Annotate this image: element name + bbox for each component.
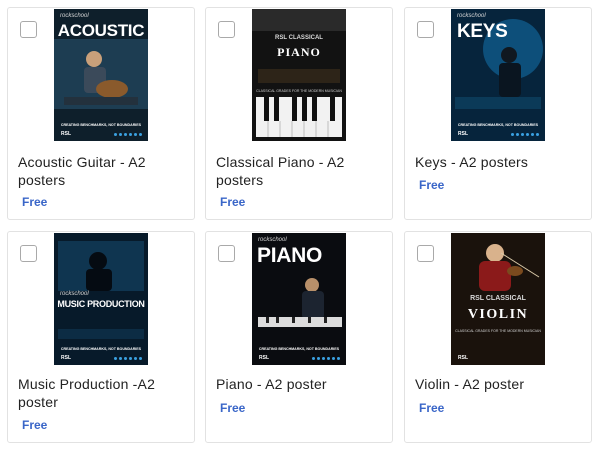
rsl-logo: RSL [61, 355, 71, 361]
product-price: Free [419, 401, 445, 415]
product-thumbnail[interactable]: rockschool MUSIC PRODUCTION CREATING BEN… [54, 233, 148, 365]
poster-brand: rockschool [258, 237, 287, 243]
product-title[interactable]: Music Production -A2 poster [18, 375, 188, 411]
product-title[interactable]: Keys - A2 posters [415, 153, 585, 171]
product-grid: rockschool ACOUSTIC CREATING BENCHMARKS,… [0, 0, 600, 450]
product-price: Free [22, 195, 48, 209]
product-thumbnail[interactable]: RSL CLASSICAL PIANO CLASSICAL GRADES FOR… [252, 9, 346, 141]
social-icons [114, 357, 142, 360]
rsl-logo: RSL [458, 355, 468, 361]
product-thumbnail[interactable]: rockschool ACOUSTIC CREATING BENCHMARKS,… [54, 9, 148, 141]
select-checkbox[interactable] [20, 245, 37, 262]
product-card[interactable]: rockschool ACOUSTIC CREATING BENCHMARKS,… [7, 7, 195, 220]
select-checkbox[interactable] [417, 21, 434, 38]
product-title[interactable]: Piano - A2 poster [216, 375, 386, 393]
poster-tagline: CREATING BENCHMARKS, NOT BOUNDARIES [60, 123, 142, 127]
poster-tagline: CREATING BENCHMARKS, NOT BOUNDARIES [60, 347, 142, 351]
poster-heading: MUSIC PRODUCTION [57, 299, 145, 309]
product-price: Free [22, 418, 48, 432]
poster-heading: KEYS [457, 21, 508, 42]
product-title[interactable]: Acoustic Guitar - A2 posters [18, 153, 188, 189]
poster-heading: PIANO [277, 45, 321, 59]
poster-tagline: CREATING BENCHMARKS, NOT BOUNDARIES [258, 347, 340, 351]
poster-brand: rockschool [457, 13, 486, 19]
poster-art [252, 9, 346, 141]
rsl-logo: RSL [61, 131, 71, 137]
poster-tagline: CREATING BENCHMARKS, NOT BOUNDARIES [457, 123, 539, 127]
poster-heading: ACOUSTIC [57, 21, 145, 40]
product-card[interactable]: RSL CLASSICAL VIOLIN CLASSICAL GRADES FO… [404, 231, 592, 443]
product-title[interactable]: Violin - A2 poster [415, 375, 585, 393]
social-icons [114, 133, 142, 136]
product-title[interactable]: Classical Piano - A2 posters [216, 153, 386, 189]
select-checkbox[interactable] [20, 21, 37, 38]
product-price: Free [220, 195, 246, 209]
poster-brand: rockschool [60, 291, 89, 297]
product-card[interactable]: rockschool PIANO CREATING BENCHMARKS, NO… [205, 231, 393, 443]
product-thumbnail[interactable]: rockschool PIANO CREATING BENCHMARKS, NO… [252, 233, 346, 365]
poster-brand: rockschool [60, 13, 89, 19]
poster-heading: VIOLIN [467, 307, 529, 322]
product-card[interactable]: rockschool MUSIC PRODUCTION CREATING BEN… [7, 231, 195, 443]
rsl-logo: RSL [259, 355, 269, 361]
poster-tagline: CLASSICAL GRADES FOR THE MODERN MUSICIAN [455, 329, 541, 333]
select-checkbox[interactable] [417, 245, 434, 262]
rsl-logo: RSL [458, 131, 468, 137]
social-icons [511, 133, 539, 136]
product-card[interactable]: RSL CLASSICAL PIANO CLASSICAL GRADES FOR… [205, 7, 393, 220]
product-price: Free [220, 401, 246, 415]
social-icons [312, 357, 340, 360]
select-checkbox[interactable] [218, 21, 235, 38]
poster-tagline: CLASSICAL GRADES FOR THE MODERN MUSICIAN [256, 89, 342, 93]
product-price: Free [419, 178, 445, 192]
product-thumbnail[interactable]: RSL CLASSICAL VIOLIN CLASSICAL GRADES FO… [451, 233, 545, 365]
poster-brand: RSL CLASSICAL [470, 295, 526, 302]
product-card[interactable]: rockschool KEYS CREATING BENCHMARKS, NOT… [404, 7, 592, 220]
poster-brand: RSL CLASSICAL [275, 35, 323, 41]
poster-heading: PIANO [257, 244, 323, 267]
select-checkbox[interactable] [218, 245, 235, 262]
product-thumbnail[interactable]: rockschool KEYS CREATING BENCHMARKS, NOT… [451, 9, 545, 141]
